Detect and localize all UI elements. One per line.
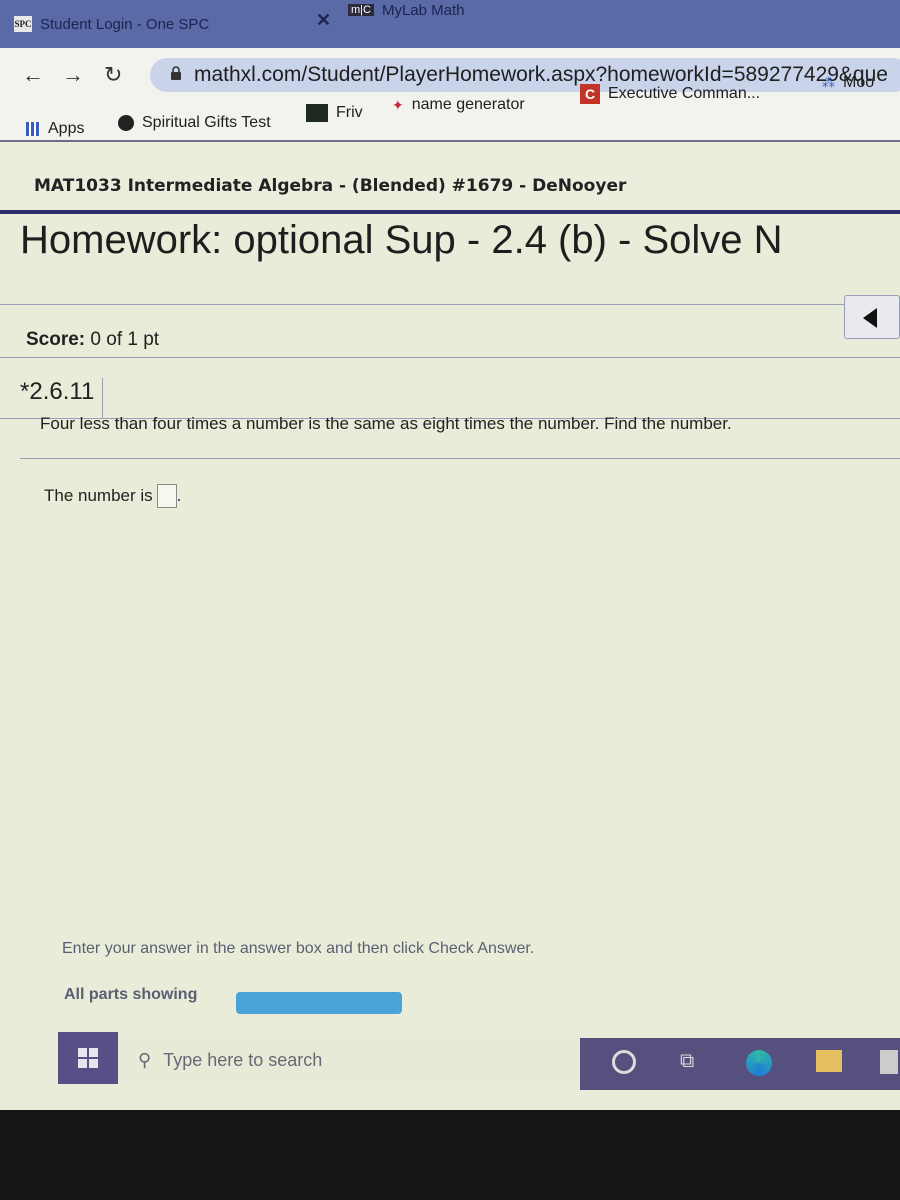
instructions: Enter your answer in the answer box and … — [62, 940, 535, 957]
bookmark-spiritual-gifts[interactable]: Spiritual Gifts Test — [118, 114, 271, 132]
tab-mylab[interactable]: m|C MyLab Math — [348, 0, 648, 20]
course-header: MAT1033 Intermediate Algebra - (Blended)… — [0, 142, 900, 214]
tab-strip: SPC Student Login - One SPC ✕ m|C MyLab … — [0, 0, 900, 48]
start-button[interactable] — [58, 1032, 118, 1084]
score-value: 0 of 1 pt — [90, 329, 160, 350]
taskbar-tray: ⧉ — [580, 1038, 900, 1090]
bookmark-moo[interactable]: ⁂ Moo — [822, 74, 874, 92]
screen: SPC Student Login - One SPC ✕ m|C MyLab … — [0, 0, 900, 1110]
score: Score: 0 of 1 pt — [26, 329, 159, 351]
reload-icon[interactable]: ↻ — [104, 62, 122, 88]
previous-question-button[interactable] — [844, 295, 900, 339]
file-explorer-icon[interactable] — [816, 1050, 842, 1072]
tab-student-login[interactable]: SPC Student Login - One SPC ✕ — [14, 4, 334, 44]
name-generator-icon: ✦ — [392, 96, 404, 113]
question-number: *2.6.11 — [20, 378, 104, 418]
bookmark-executive-command[interactable]: C Executive Comman... — [580, 84, 760, 104]
score-label: Score: — [26, 329, 86, 350]
url-text: mathxl.com/Student/PlayerHomework.aspx?h… — [194, 63, 888, 86]
question-text: Four less than four times a number is th… — [40, 414, 732, 433]
answer-row: The number is . — [44, 484, 181, 508]
cortana-icon[interactable] — [612, 1050, 636, 1074]
edge-icon[interactable] — [746, 1050, 772, 1076]
course-title: MAT1033 Intermediate Algebra - (Blended)… — [34, 176, 627, 196]
close-tab-icon[interactable]: ✕ — [316, 10, 331, 31]
tab-title: Student Login - One SPC — [40, 15, 210, 33]
spc-favicon-icon: SPC — [14, 16, 32, 32]
task-view-icon[interactable]: ⧉ — [680, 1050, 694, 1073]
answer-prefix: The number is — [44, 486, 153, 505]
taskbar: ⚲ Type here to search ⧉ — [0, 1024, 900, 1094]
mylab-favicon-icon: m|C — [348, 4, 374, 16]
question-number-row: *2.6.11 — [0, 368, 900, 419]
triangle-left-icon — [863, 308, 877, 328]
bookmark-friv[interactable]: Friv — [306, 104, 363, 122]
tab-title: MyLab Math — [381, 1, 465, 19]
executive-command-icon: C — [580, 84, 600, 104]
forward-icon[interactable]: → — [62, 62, 84, 88]
divider — [20, 458, 900, 459]
friv-icon — [306, 104, 328, 122]
apps-grid-icon — [26, 122, 40, 136]
check-answer-button[interactable] — [236, 992, 402, 1014]
answer-input[interactable] — [156, 484, 177, 508]
bookmark-apps[interactable]: Apps — [26, 120, 84, 138]
store-icon[interactable] — [880, 1050, 898, 1074]
parts-label: All parts showing — [64, 986, 198, 1003]
spiritual-gifts-icon — [118, 115, 134, 131]
taskbar-search[interactable]: ⚲ Type here to search — [118, 1034, 588, 1086]
windows-logo-icon — [78, 1048, 98, 1068]
search-placeholder: Type here to search — [163, 1049, 323, 1070]
answer-suffix: . — [176, 486, 182, 505]
lock-icon — [171, 66, 181, 80]
bookmarks-bar: Apps Spiritual Gifts Test Friv ✦ name ge… — [0, 74, 900, 142]
back-icon[interactable]: ← — [22, 62, 44, 88]
address-bar[interactable]: mathxl.com/Student/PlayerHomework.aspx?h… — [150, 58, 900, 92]
search-icon: ⚲ — [138, 1049, 152, 1070]
homework-title: Homework: optional Sup - 2.4 (b) - Solve… — [20, 218, 783, 262]
moo-icon: ⁂ — [822, 75, 835, 90]
score-row: Score: 0 of 1 pt — [0, 295, 900, 358]
bookmark-name-generator[interactable]: ✦ name generator — [392, 96, 525, 114]
